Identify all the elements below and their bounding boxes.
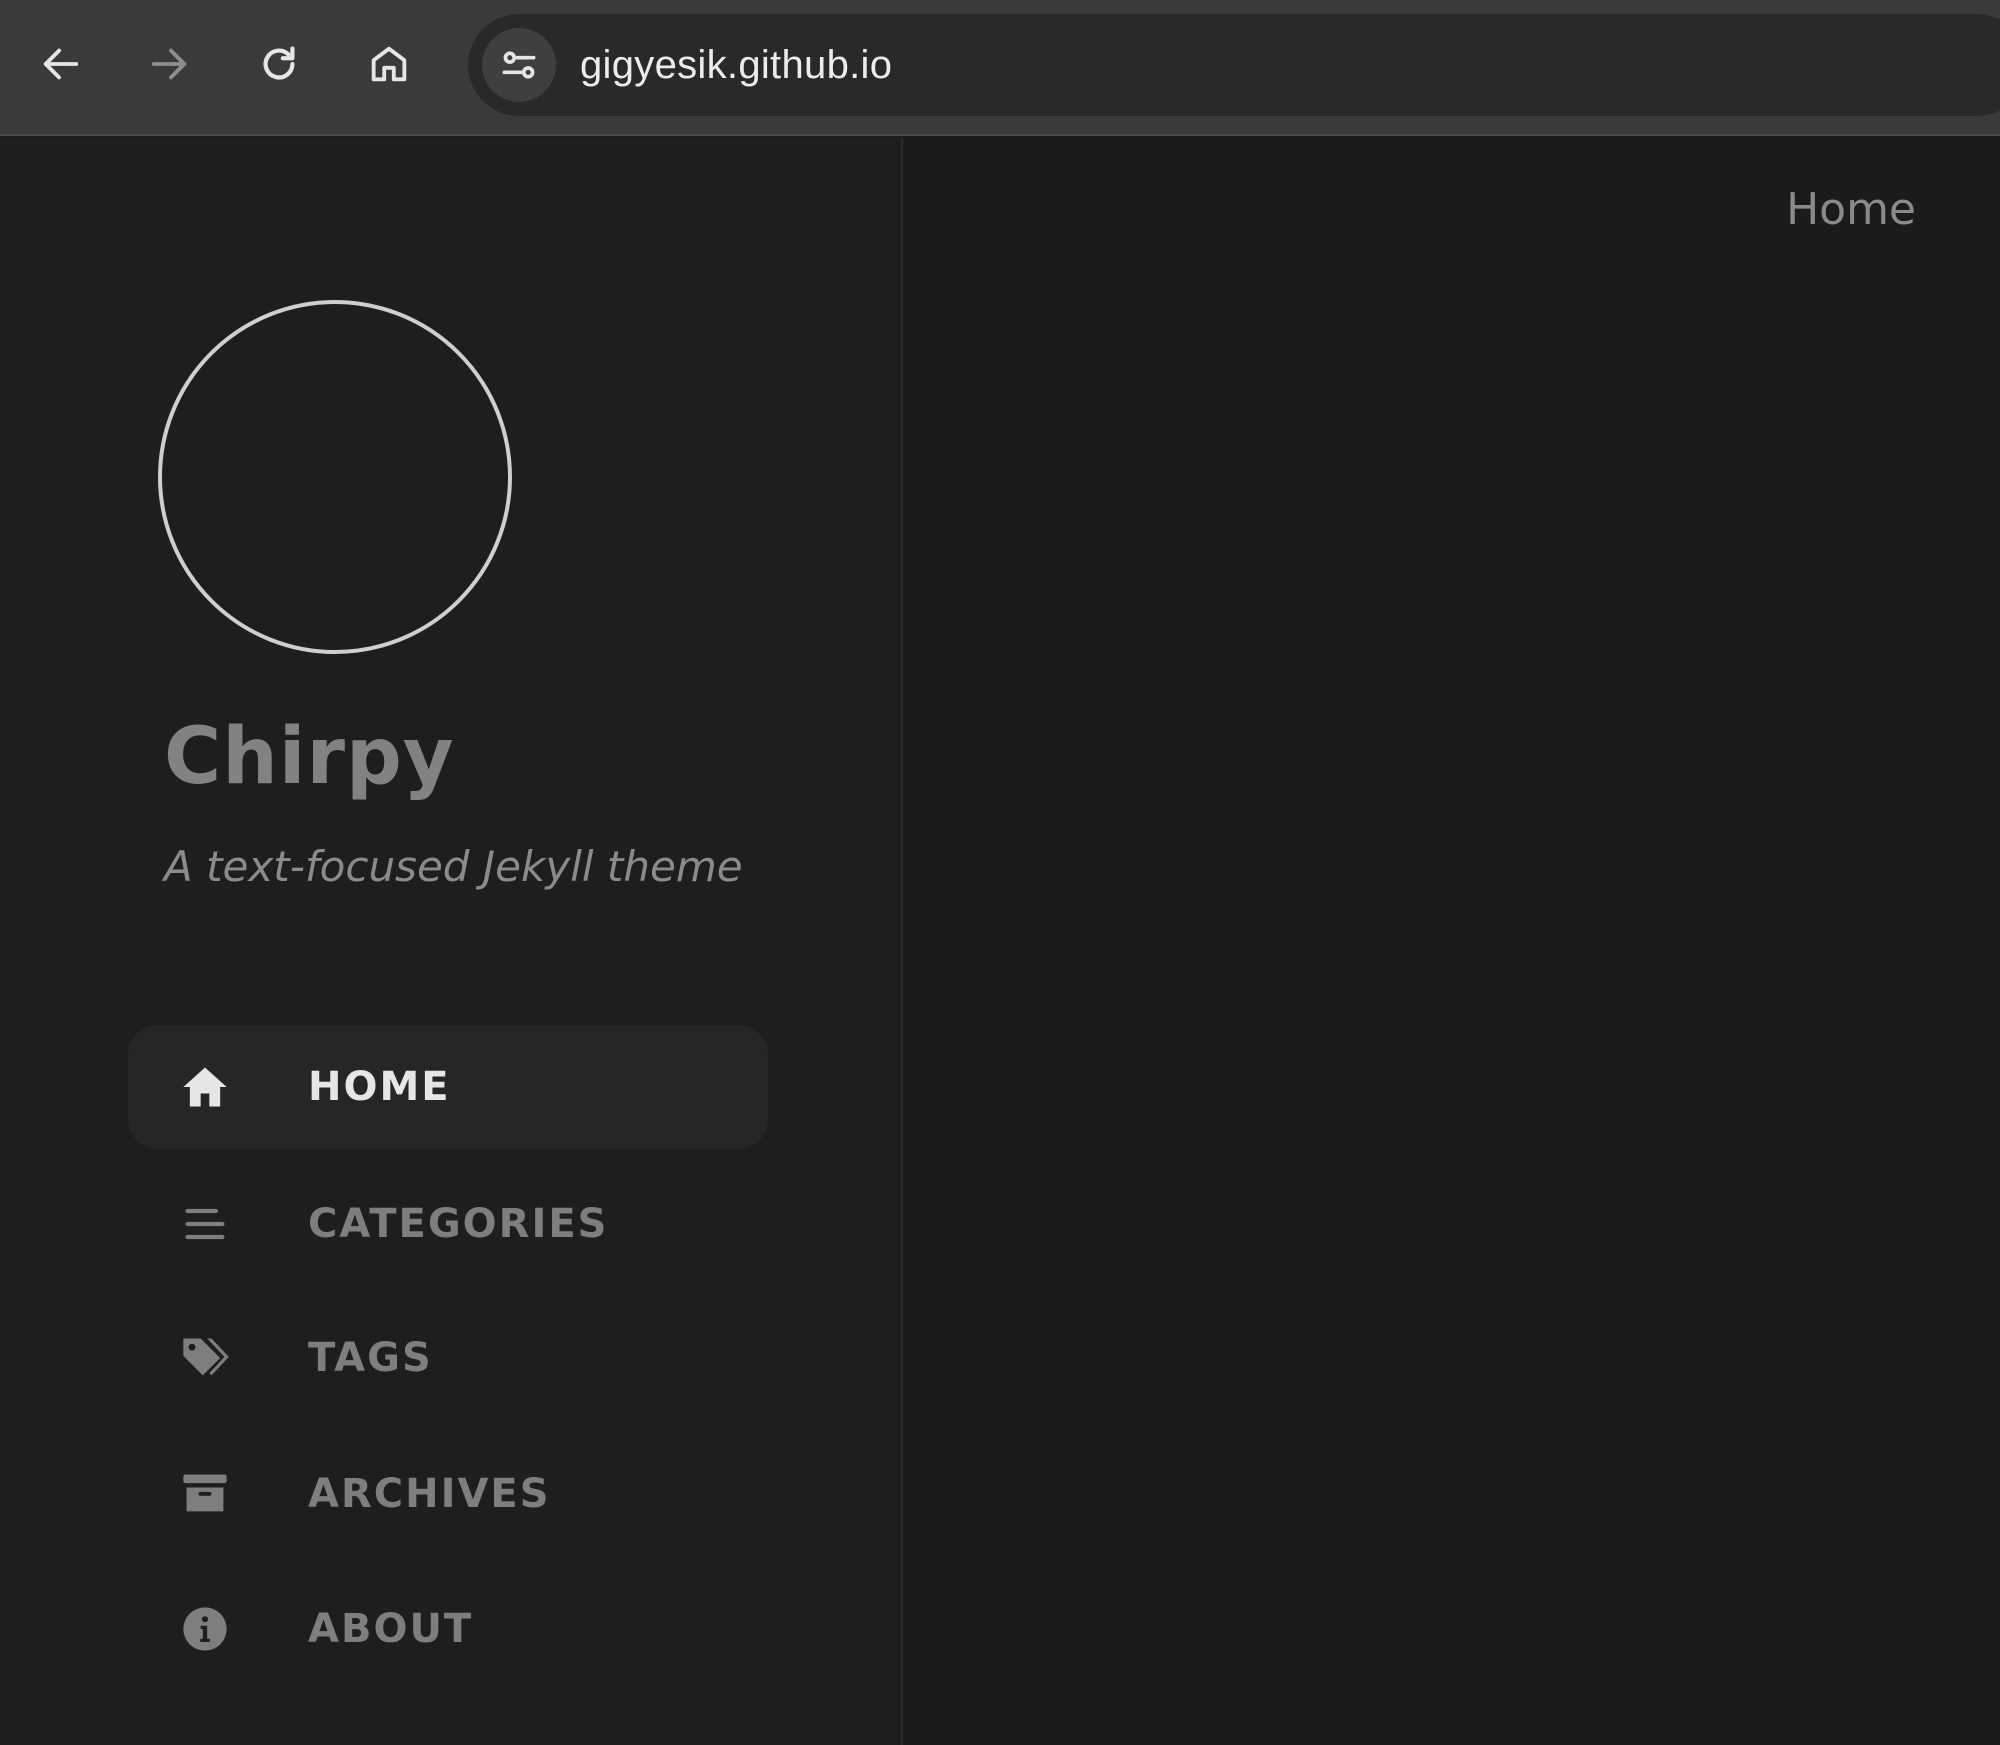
url-text[interactable]: gigyesik.github.io: [580, 36, 892, 94]
info-icon: [178, 1604, 232, 1654]
nav-label-archives: ARCHIVES: [308, 1471, 551, 1517]
site-title[interactable]: Chirpy: [164, 712, 455, 802]
site-subtitle: A text-focused Jekyll theme: [164, 842, 743, 891]
site-info-button[interactable]: [482, 28, 556, 102]
nav-label-about: ABOUT: [308, 1606, 474, 1652]
tune-icon: [502, 51, 536, 79]
arrow-left-icon: [43, 48, 79, 80]
archive-icon: [178, 1469, 232, 1519]
sidebar: Chirpy A text-focused Jekyll theme HOME …: [0, 138, 903, 1745]
browser-toolbar: gigyesik.github.io: [0, 0, 2000, 136]
nav-item-home[interactable]: HOME: [128, 1025, 768, 1149]
reload-button[interactable]: [249, 32, 309, 96]
nav-item-archives[interactable]: ARCHIVES: [128, 1432, 768, 1556]
arrow-right-icon: [151, 48, 187, 80]
nav-item-about[interactable]: ABOUT: [128, 1567, 768, 1691]
tags-icon: [178, 1333, 232, 1383]
home-icon: [178, 1062, 232, 1112]
reload-icon: [263, 46, 295, 80]
breadcrumb: Home: [1786, 184, 1916, 235]
home-outline-icon: [371, 46, 407, 82]
avatar[interactable]: [158, 300, 512, 654]
address-bar[interactable]: gigyesik.github.io: [468, 14, 2000, 116]
main-content: Home: [905, 138, 2000, 1745]
nav-label-tags: TAGS: [308, 1335, 433, 1381]
back-button[interactable]: [31, 32, 91, 96]
home-button[interactable]: [359, 32, 419, 96]
nav-item-tags[interactable]: TAGS: [128, 1296, 768, 1420]
list-icon: [178, 1199, 232, 1249]
nav-label-home: HOME: [308, 1064, 451, 1110]
nav-item-categories[interactable]: CATEGORIES: [128, 1162, 768, 1286]
nav-label-categories: CATEGORIES: [308, 1201, 609, 1247]
forward-button[interactable]: [139, 32, 199, 96]
